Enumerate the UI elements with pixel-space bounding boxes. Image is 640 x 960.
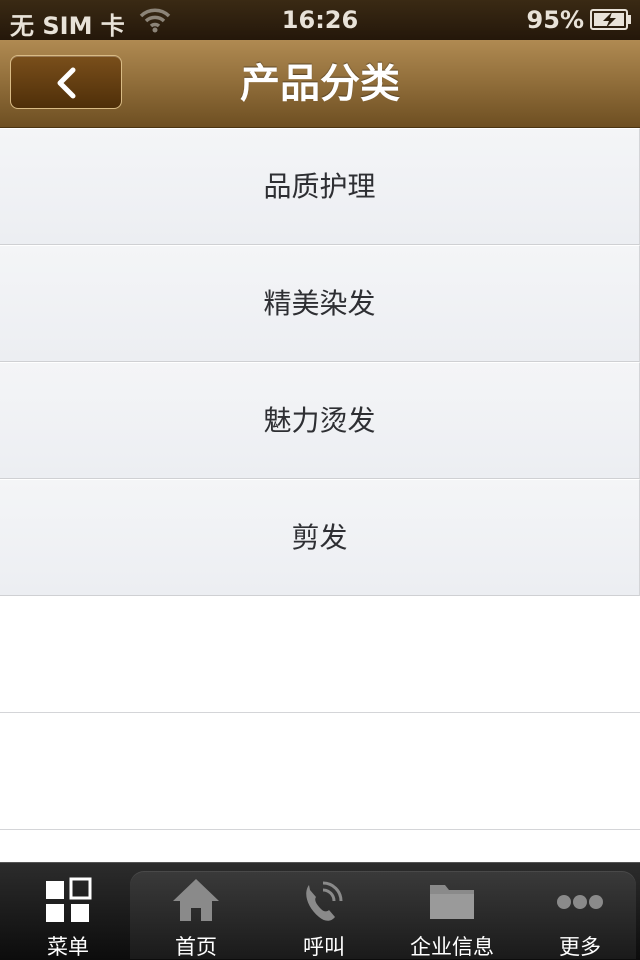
tab-more[interactable]: 更多: [516, 863, 640, 960]
list-item[interactable]: 剪发: [0, 479, 640, 596]
tab-home[interactable]: 首页: [132, 863, 260, 960]
tab-label: 更多: [559, 935, 601, 959]
tab-menu[interactable]: 菜单: [4, 863, 132, 960]
folder-icon: [430, 885, 474, 919]
list-item[interactable]: 精美染发: [0, 245, 640, 362]
more-icon: [557, 895, 603, 909]
tab-call[interactable]: 呼叫: [260, 863, 388, 960]
battery-percent: 95%: [526, 6, 584, 34]
category-list: 品质护理 精美染发 魅力烫发 剪发: [0, 128, 640, 830]
grid-icon: [46, 877, 92, 922]
nav-bar: 产品分类: [0, 40, 640, 128]
status-bar: 无 SIM 卡 16:26 95%: [0, 0, 640, 40]
home-icon: [173, 879, 219, 921]
list-item[interactable]: 品质护理: [0, 128, 640, 245]
empty-row: [0, 713, 640, 830]
tab-label: 首页: [175, 935, 217, 959]
tab-company-info[interactable]: 企业信息: [388, 863, 516, 960]
tab-bar: 菜单 首页 呼叫 企业信息 更多: [0, 862, 640, 960]
battery-charging-icon: [590, 9, 631, 30]
phone-icon: [306, 881, 343, 921]
list-item[interactable]: 魅力烫发: [0, 362, 640, 479]
tab-label: 菜单: [47, 935, 89, 959]
tab-label: 企业信息: [410, 935, 494, 959]
page-title: 产品分类: [240, 61, 400, 107]
tab-label: 呼叫: [303, 935, 345, 959]
empty-row: [0, 596, 640, 713]
